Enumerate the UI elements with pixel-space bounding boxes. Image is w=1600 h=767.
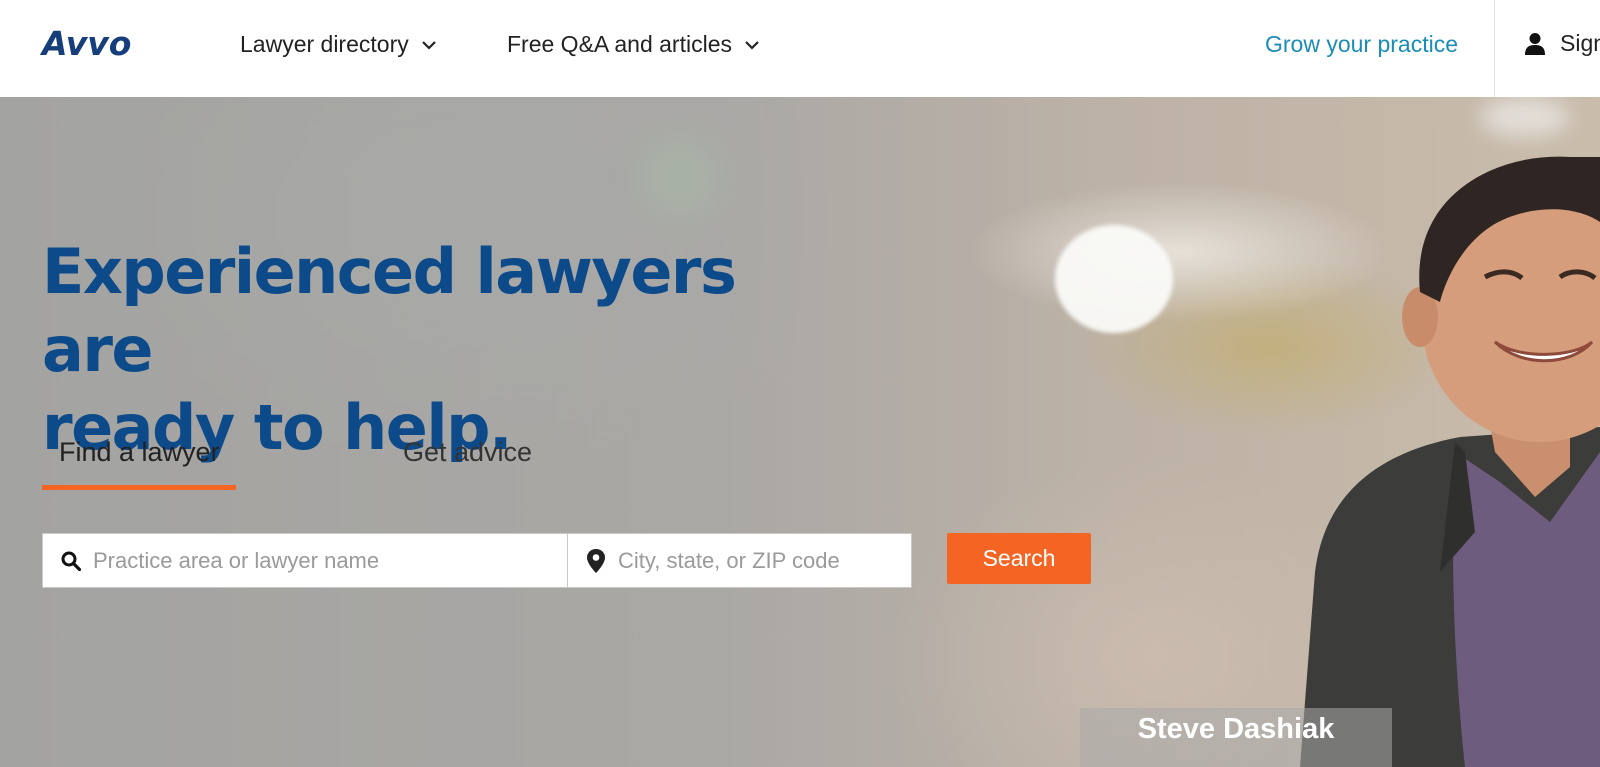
sign-in-button[interactable]: Sign (1524, 30, 1600, 57)
hero-headline: Experienced lawyers are ready to help. (42, 233, 862, 467)
sign-in-label: Sign (1560, 30, 1600, 56)
hero-headline-line-1: Experienced lawyers are (42, 235, 737, 386)
chevron-down-icon (421, 40, 436, 50)
active-tab-indicator (42, 485, 236, 490)
bokeh-light (640, 137, 720, 217)
hero-section: Experienced lawyers are ready to help. F… (0, 97, 1600, 767)
nav-lawyer-directory[interactable]: Lawyer directory (240, 31, 437, 58)
avvo-logo[interactable]: Avvo (42, 24, 131, 63)
site-header: Avvo Lawyer directory Free Q&A and artic… (0, 0, 1600, 97)
practice-search-field[interactable] (42, 533, 568, 588)
location-search-field[interactable] (567, 533, 912, 588)
header-divider (1494, 0, 1495, 97)
nav-free-qa-articles-label: Free Q&A and articles (507, 31, 732, 57)
tab-find-a-lawyer[interactable]: Find a lawyer (59, 437, 220, 468)
nav-free-qa-articles[interactable]: Free Q&A and articles (507, 31, 760, 58)
location-pin-icon (587, 548, 605, 573)
practice-search-input[interactable] (93, 547, 567, 574)
attorney-photo (1300, 156, 1600, 767)
bokeh-light (1480, 97, 1570, 137)
bokeh-light (1055, 225, 1173, 333)
search-button[interactable]: Search (947, 533, 1091, 584)
location-search-input[interactable] (618, 547, 911, 574)
grow-your-practice-link[interactable]: Grow your practice (1265, 31, 1458, 58)
search-icon (61, 551, 81, 571)
user-icon (1525, 32, 1545, 55)
attorney-name-caption: Steve Dashiak (1080, 708, 1392, 767)
tab-get-advice[interactable]: Get advice (403, 437, 532, 468)
nav-lawyer-directory-label: Lawyer directory (240, 31, 409, 57)
chevron-down-icon (745, 40, 759, 50)
